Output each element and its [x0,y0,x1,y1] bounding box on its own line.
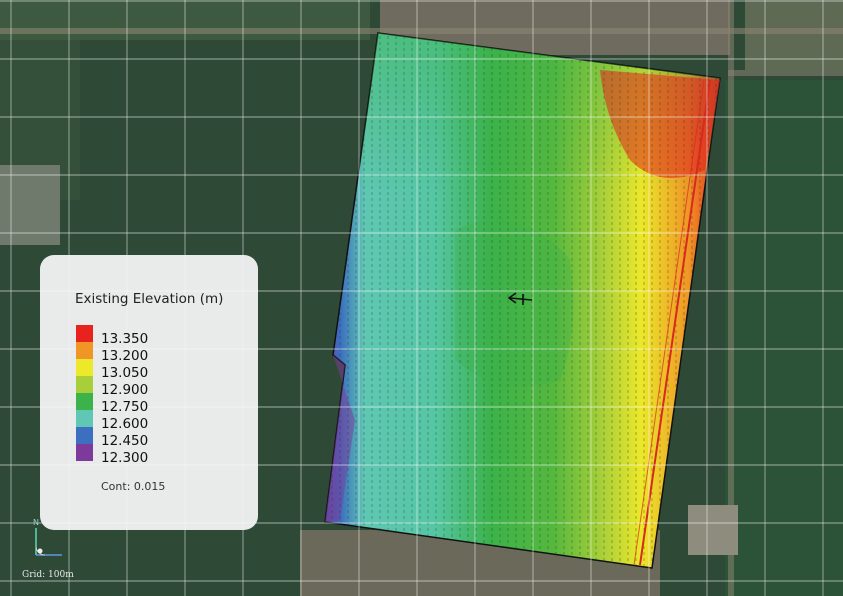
legend-label: 13.050 [101,365,149,381]
road-top [0,28,843,34]
legend-swatch [76,410,93,427]
field-right [725,80,843,596]
road-right-h [728,70,843,76]
legend-label: 13.200 [101,348,149,364]
legend-swatch [76,444,93,461]
legend-swatch [76,427,93,444]
legend-label: 12.900 [101,382,149,398]
yard-bottom-right [688,505,738,555]
legend-swatch [76,325,93,342]
legend-label: 12.300 [101,450,149,466]
legend-label: 13.350 [101,331,149,347]
legend-title: Existing Elevation (m) [75,291,224,307]
grid-scale-label: Grid: 100m [22,570,74,580]
legend-swatch [76,342,93,359]
elevation-legend: Existing Elevation (m) 13.350 13.200 13.… [40,255,258,530]
legend-swatch [76,376,93,393]
contour-interval-label: Cont: 0.015 [101,480,166,493]
legend-swatch [76,359,93,376]
field-far-top-right [745,0,843,70]
compass-north-label: N [33,518,39,527]
legend-label: 12.450 [101,433,149,449]
legend-swatch [76,393,93,410]
legend-label: 12.750 [101,399,149,415]
legend-label: 12.600 [101,416,149,432]
